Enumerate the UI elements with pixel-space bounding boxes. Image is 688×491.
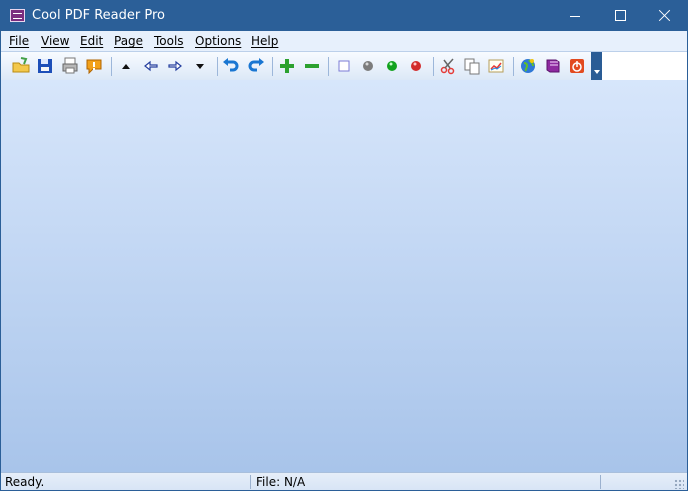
chart-button[interactable] <box>486 56 506 76</box>
exit-button[interactable] <box>567 56 587 76</box>
status-divider <box>250 475 251 489</box>
toolbar-overflow-button[interactable] <box>591 52 602 80</box>
square-button[interactable] <box>334 56 354 76</box>
file-status: File: N/A <box>256 475 306 489</box>
back-arrow-icon <box>144 60 158 72</box>
app-logo-icon <box>10 9 25 22</box>
zoom-out-icon <box>305 64 319 68</box>
copy-icon <box>464 58 480 75</box>
cut-icon <box>440 58 455 75</box>
zoom-in-button[interactable] <box>277 56 297 76</box>
redo-button[interactable] <box>246 56 266 76</box>
redo-icon <box>248 58 264 72</box>
red-dot-icon <box>411 61 421 71</box>
copy-button[interactable] <box>462 56 482 76</box>
main-toolbar <box>1 52 602 81</box>
print-button[interactable] <box>60 56 80 76</box>
gray-dot-icon <box>363 61 373 71</box>
document-area[interactable] <box>1 80 687 472</box>
page-down-icon <box>196 64 204 69</box>
menu-help[interactable]: Help <box>251 33 278 49</box>
book-icon <box>546 59 560 73</box>
toolbar-separator <box>111 57 112 76</box>
print-icon <box>62 57 78 74</box>
zoom-out-button[interactable] <box>302 56 322 76</box>
green-dot-icon <box>387 61 397 71</box>
forward-button[interactable] <box>165 56 185 76</box>
close-icon <box>658 7 672 23</box>
toolbar-separator <box>433 57 434 76</box>
close-button[interactable] <box>642 1 687 31</box>
power-icon <box>570 59 584 73</box>
toolbar-separator <box>328 57 329 76</box>
minimize-button[interactable] <box>552 1 598 31</box>
title-bar[interactable]: Cool PDF Reader Pro <box>1 1 687 31</box>
page-down-button[interactable] <box>190 56 210 76</box>
square-icon <box>338 60 350 72</box>
green-light-button[interactable] <box>382 56 402 76</box>
cut-button[interactable] <box>438 56 458 76</box>
toolbar-separator <box>272 57 273 76</box>
forward-arrow-icon <box>168 60 182 72</box>
menu-bar: File View Edit Page Tools Options Help <box>1 31 687 52</box>
page-up-button[interactable] <box>116 56 136 76</box>
maximize-icon <box>615 10 626 21</box>
save-button[interactable] <box>35 56 55 76</box>
info-warning-icon <box>86 59 102 75</box>
status-divider <box>600 475 601 489</box>
menu-tools[interactable]: Tools <box>154 33 184 49</box>
undo-icon <box>223 58 239 72</box>
menu-file[interactable]: File <box>9 33 29 49</box>
page-up-icon <box>122 64 130 69</box>
toolbar-separator <box>513 57 514 76</box>
back-button[interactable] <box>141 56 161 76</box>
menu-options[interactable]: Options <box>195 33 241 49</box>
open-folder-icon <box>12 57 30 73</box>
app-window: Cool PDF Reader Pro File View Edit Page … <box>0 0 688 491</box>
info-button[interactable] <box>84 56 104 76</box>
minimize-icon <box>570 16 580 17</box>
resize-grip-icon[interactable] <box>674 479 684 489</box>
menu-edit[interactable]: Edit <box>80 33 103 49</box>
maximize-button[interactable] <box>598 1 644 31</box>
open-button[interactable] <box>11 56 31 76</box>
help-book-button[interactable] <box>543 56 563 76</box>
toolbar-separator <box>217 57 218 76</box>
zoom-in-icon <box>280 59 294 73</box>
red-light-button[interactable] <box>406 56 426 76</box>
web-button[interactable] <box>518 56 538 76</box>
chart-image-icon <box>488 59 504 73</box>
save-icon <box>38 59 52 73</box>
window-title: Cool PDF Reader Pro <box>32 8 165 23</box>
status-text: Ready. <box>5 475 45 489</box>
globe-icon <box>521 59 535 73</box>
gray-light-button[interactable] <box>358 56 378 76</box>
status-bar: Ready. File: N/A <box>1 472 687 490</box>
undo-button[interactable] <box>221 56 241 76</box>
menu-page[interactable]: Page <box>114 33 143 49</box>
menu-view[interactable]: View <box>41 33 69 49</box>
